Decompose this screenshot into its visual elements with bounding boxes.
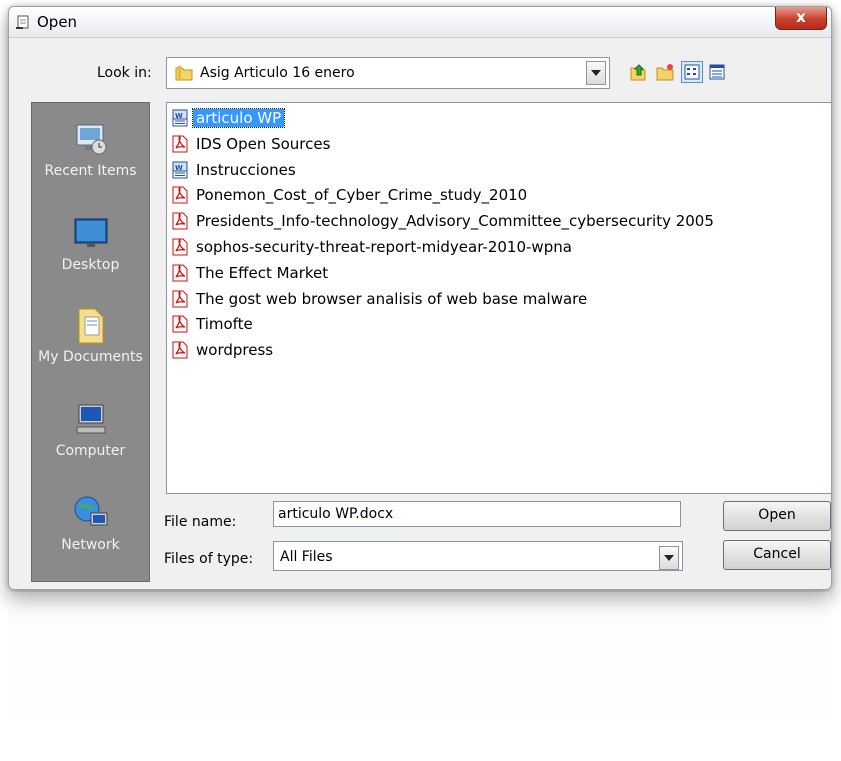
pdf-file-icon [171,238,189,256]
up-one-level-button[interactable] [627,61,649,83]
file-list-item[interactable]: wordpress [171,339,276,361]
details-view-icon [709,64,725,80]
close-button[interactable]: x [775,7,827,30]
title-bar[interactable]: Open x [9,7,831,38]
close-icon[interactable]: x [796,8,806,26]
file-name-label: File name: [164,514,237,530]
new-folder-button[interactable] [654,61,676,83]
open-dialog: Open x Look in: Asig Articulo 16 enero R… [8,6,832,590]
network-icon [71,493,111,533]
files-of-type-value: All Files [280,549,333,565]
files-of-type-select[interactable]: All Files [273,541,683,571]
pdf-file-icon [171,186,189,204]
look-in-label: Look in: [97,65,152,81]
file-name-text: Instrucciones [196,160,296,179]
file-name-input[interactable] [273,501,681,527]
file-name-text: IDS Open Sources [196,134,331,153]
place-network[interactable]: Network [32,493,149,553]
place-recent-items[interactable]: Recent Items [32,119,149,179]
file-list-item[interactable]: Presidents_Info-technology_Advisory_Comm… [171,210,717,232]
pdf-file-icon [171,264,189,282]
pdf-file-icon [171,135,189,153]
word-document-icon: W [171,109,189,127]
file-list-item[interactable]: Warticulo WP [171,107,286,129]
computer-icon [71,399,111,439]
desktop-icon [71,213,111,253]
file-name-text: sophos-security-threat-report-midyear-20… [196,238,572,256]
window-title: Open [37,13,78,31]
chevron-down-icon [591,70,601,76]
place-label: My Documents [38,349,143,365]
open-button[interactable]: Open [723,501,831,531]
file-list-item[interactable]: The gost web browser analisis of web bas… [171,288,590,310]
file-list-item[interactable]: W Instrucciones [171,159,299,181]
look-in-value: Asig Articulo 16 enero [200,65,355,81]
svg-text:W: W [175,112,183,120]
file-name-text: Ponemon_Cost_of_Cyber_Crime_study_2010 [196,186,528,205]
window-reflection [8,592,830,752]
svg-text:W: W [175,164,183,172]
file-list-item[interactable]: sophos-security-threat-report-midyear-20… [171,236,575,258]
my-documents-icon [71,305,111,345]
pdf-file-icon [171,212,189,230]
open-file-icon [15,14,31,30]
place-label: Computer [55,443,126,459]
up-one-level-icon [630,64,646,81]
file-name-text: articulo WP [191,108,286,128]
file-name-text: The gost web browser analisis of web bas… [196,289,588,308]
file-list-item[interactable]: Timofte [171,313,256,335]
files-of-type-label: Files of type: [164,551,254,567]
details-view-button[interactable] [706,61,728,83]
file-list-item[interactable]: IDS Open Sources [171,133,333,155]
place-my-documents[interactable]: My Documents [32,305,149,365]
list-view-icon [684,64,700,80]
word-document-icon: W [171,161,189,179]
pdf-file-icon [171,341,189,359]
file-name-text: wordpress [196,341,274,360]
chevron-down-icon [664,555,674,561]
look-in-dropdown[interactable]: Asig Articulo 16 enero [166,57,610,89]
folder-icon [175,65,193,85]
file-name-text: Presidents_Info-technology_Advisory_Comm… [196,212,714,231]
pdf-file-icon [171,315,189,333]
list-view-button[interactable] [681,61,703,83]
file-list-item[interactable]: The Effect Market [171,262,331,284]
file-list-item[interactable]: Ponemon_Cost_of_Cyber_Crime_study_2010 [171,184,530,206]
file-name-text: Timofte [196,315,253,334]
files-of-type-dropdown-button[interactable] [659,546,679,570]
pdf-file-icon [171,290,189,308]
place-label: Desktop [61,257,120,273]
file-list[interactable]: Warticulo WP IDS Open Sources W Instruccion… [166,102,831,494]
place-desktop[interactable]: Desktop [32,213,149,273]
place-computer[interactable]: Computer [32,399,149,459]
cancel-button[interactable]: Cancel [723,540,831,570]
new-folder-icon [656,64,674,81]
places-bar: Recent Items Desktop My Documents Comput… [31,102,150,582]
place-label: Network [61,537,120,553]
recent-items-icon [71,119,111,159]
place-label: Recent Items [44,163,137,179]
look-in-dropdown-button[interactable] [586,61,606,85]
file-name-text: The Effect Market [196,263,329,282]
